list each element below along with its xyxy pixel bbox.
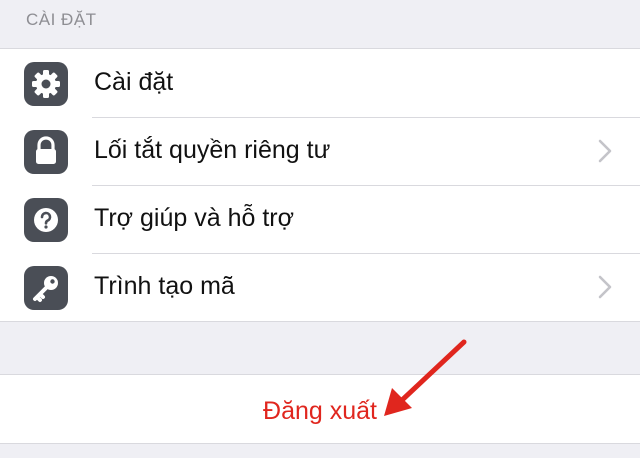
- question-icon: [24, 198, 68, 242]
- settings-row[interactable]: Cài đặt: [0, 49, 640, 117]
- chevron-right-icon: [598, 139, 612, 163]
- privacy-shortcuts-label: Lối tắt quyền riêng tư: [94, 136, 331, 164]
- help-support-row[interactable]: Trợ giúp và hỗ trợ: [0, 185, 640, 253]
- annotation-arrow: [384, 339, 467, 416]
- section-header: CÀI ĐẶT: [26, 10, 97, 29]
- key-icon: [24, 266, 68, 310]
- lock-icon: [24, 130, 68, 174]
- logout-group: Đăng xuất: [0, 374, 640, 444]
- chevron-right-icon: [598, 275, 612, 299]
- settings-label: Cài đặt: [94, 68, 174, 96]
- gear-icon: [24, 62, 68, 106]
- code-generator-label: Trình tạo mã: [94, 272, 235, 300]
- privacy-shortcuts-row[interactable]: Lối tắt quyền riêng tư: [0, 117, 640, 185]
- code-generator-row[interactable]: Trình tạo mã: [0, 253, 640, 321]
- logout-button[interactable]: Đăng xuất: [0, 375, 640, 443]
- help-support-label: Trợ giúp và hỗ trợ: [94, 204, 294, 232]
- settings-group: Cài đặt Lối tắt quyền riêng tư Trợ giúp …: [0, 48, 640, 322]
